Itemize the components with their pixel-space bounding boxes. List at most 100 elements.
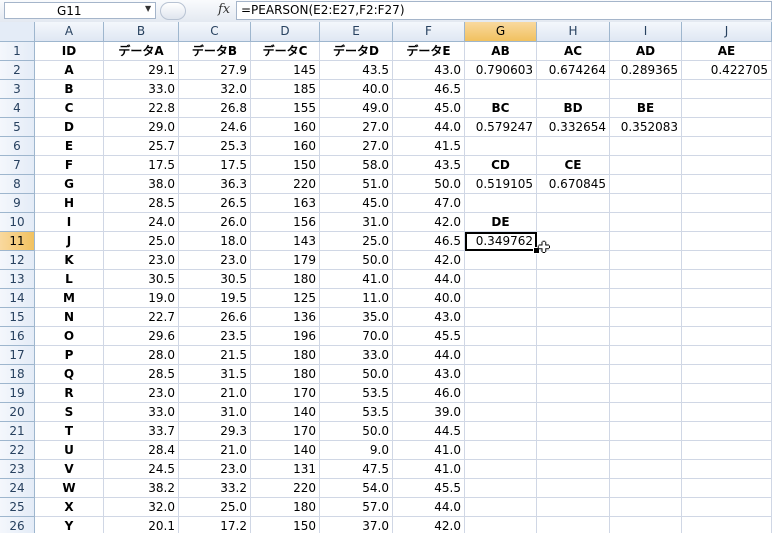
cell-h5[interactable]: 0.332654 [537,118,610,137]
row-header-19[interactable]: 19 [0,384,35,403]
cell-c24[interactable]: 33.2 [179,479,251,498]
column-header-e[interactable]: E [320,22,393,42]
cell-h15[interactable] [537,308,610,327]
cell-g1[interactable]: AB [465,42,537,61]
cell-i2[interactable]: 0.289365 [610,61,682,80]
cell-b19[interactable]: 23.0 [104,384,179,403]
cell-a21[interactable]: T [35,422,104,441]
cell-h1[interactable]: AC [537,42,610,61]
cell-c3[interactable]: 32.0 [179,80,251,99]
cell-f3[interactable]: 46.5 [393,80,465,99]
cell-g7[interactable]: CD [465,156,537,175]
cell-j8[interactable] [682,175,772,194]
cell-i25[interactable] [610,498,682,517]
row-header-2[interactable]: 2 [0,61,35,80]
cell-i8[interactable] [610,175,682,194]
formula-bar-splitter[interactable] [160,2,186,20]
cell-g21[interactable] [465,422,537,441]
cell-d6[interactable]: 160 [251,137,320,156]
cell-f21[interactable]: 44.5 [393,422,465,441]
cell-e1[interactable]: データD [320,42,393,61]
cell-j15[interactable] [682,308,772,327]
cell-e3[interactable]: 40.0 [320,80,393,99]
cell-j17[interactable] [682,346,772,365]
cell-g4[interactable]: BC [465,99,537,118]
cell-i21[interactable] [610,422,682,441]
cell-j16[interactable] [682,327,772,346]
chevron-down-icon[interactable]: ▼ [145,4,151,13]
cell-g14[interactable] [465,289,537,308]
cell-f12[interactable]: 42.0 [393,251,465,270]
cell-g10[interactable]: DE [465,213,537,232]
row-header-16[interactable]: 16 [0,327,35,346]
cell-c1[interactable]: データB [179,42,251,61]
cell-c6[interactable]: 25.3 [179,137,251,156]
cell-c26[interactable]: 17.2 [179,517,251,533]
cell-h13[interactable] [537,270,610,289]
cell-g9[interactable] [465,194,537,213]
row-header-8[interactable]: 8 [0,175,35,194]
cell-c14[interactable]: 19.5 [179,289,251,308]
cell-e14[interactable]: 11.0 [320,289,393,308]
cell-i20[interactable] [610,403,682,422]
cell-b16[interactable]: 29.6 [104,327,179,346]
cell-f20[interactable]: 39.0 [393,403,465,422]
cell-j13[interactable] [682,270,772,289]
cell-g5[interactable]: 0.579247 [465,118,537,137]
column-header-j[interactable]: J [682,22,772,42]
cell-e23[interactable]: 47.5 [320,460,393,479]
cell-c2[interactable]: 27.9 [179,61,251,80]
cell-g18[interactable] [465,365,537,384]
cell-j6[interactable] [682,137,772,156]
cell-c11[interactable]: 18.0 [179,232,251,251]
cell-e17[interactable]: 33.0 [320,346,393,365]
cell-h18[interactable] [537,365,610,384]
row-header-1[interactable]: 1 [0,42,35,61]
cell-i6[interactable] [610,137,682,156]
cell-a24[interactable]: W [35,479,104,498]
cell-j4[interactable] [682,99,772,118]
cell-d9[interactable]: 163 [251,194,320,213]
cell-a11[interactable]: J [35,232,104,251]
cell-h25[interactable] [537,498,610,517]
cell-i5[interactable]: 0.352083 [610,118,682,137]
cell-i15[interactable] [610,308,682,327]
cell-j11[interactable] [682,232,772,251]
cell-f10[interactable]: 42.0 [393,213,465,232]
cell-h10[interactable] [537,213,610,232]
cell-a9[interactable]: H [35,194,104,213]
cell-c8[interactable]: 36.3 [179,175,251,194]
cell-c9[interactable]: 26.5 [179,194,251,213]
cell-b2[interactable]: 29.1 [104,61,179,80]
cell-g13[interactable] [465,270,537,289]
cell-j19[interactable] [682,384,772,403]
cell-b21[interactable]: 33.7 [104,422,179,441]
cell-d24[interactable]: 220 [251,479,320,498]
cell-b20[interactable]: 33.0 [104,403,179,422]
cell-c13[interactable]: 30.5 [179,270,251,289]
cell-c25[interactable]: 25.0 [179,498,251,517]
cell-g11[interactable]: 0.349762 [465,232,537,251]
cell-g26[interactable] [465,517,537,533]
cell-b6[interactable]: 25.7 [104,137,179,156]
cell-j22[interactable] [682,441,772,460]
cell-b1[interactable]: データA [104,42,179,61]
cell-h3[interactable] [537,80,610,99]
cell-a17[interactable]: P [35,346,104,365]
cell-e25[interactable]: 57.0 [320,498,393,517]
cell-a12[interactable]: K [35,251,104,270]
name-box[interactable]: G11 [4,2,156,19]
cell-i13[interactable] [610,270,682,289]
cell-j9[interactable] [682,194,772,213]
cell-d26[interactable]: 150 [251,517,320,533]
cell-d10[interactable]: 156 [251,213,320,232]
cell-b4[interactable]: 22.8 [104,99,179,118]
cell-a10[interactable]: I [35,213,104,232]
cell-c5[interactable]: 24.6 [179,118,251,137]
cell-e9[interactable]: 45.0 [320,194,393,213]
cell-f18[interactable]: 43.0 [393,365,465,384]
cell-g23[interactable] [465,460,537,479]
cell-i3[interactable] [610,80,682,99]
cell-g3[interactable] [465,80,537,99]
column-header-i[interactable]: I [610,22,682,42]
